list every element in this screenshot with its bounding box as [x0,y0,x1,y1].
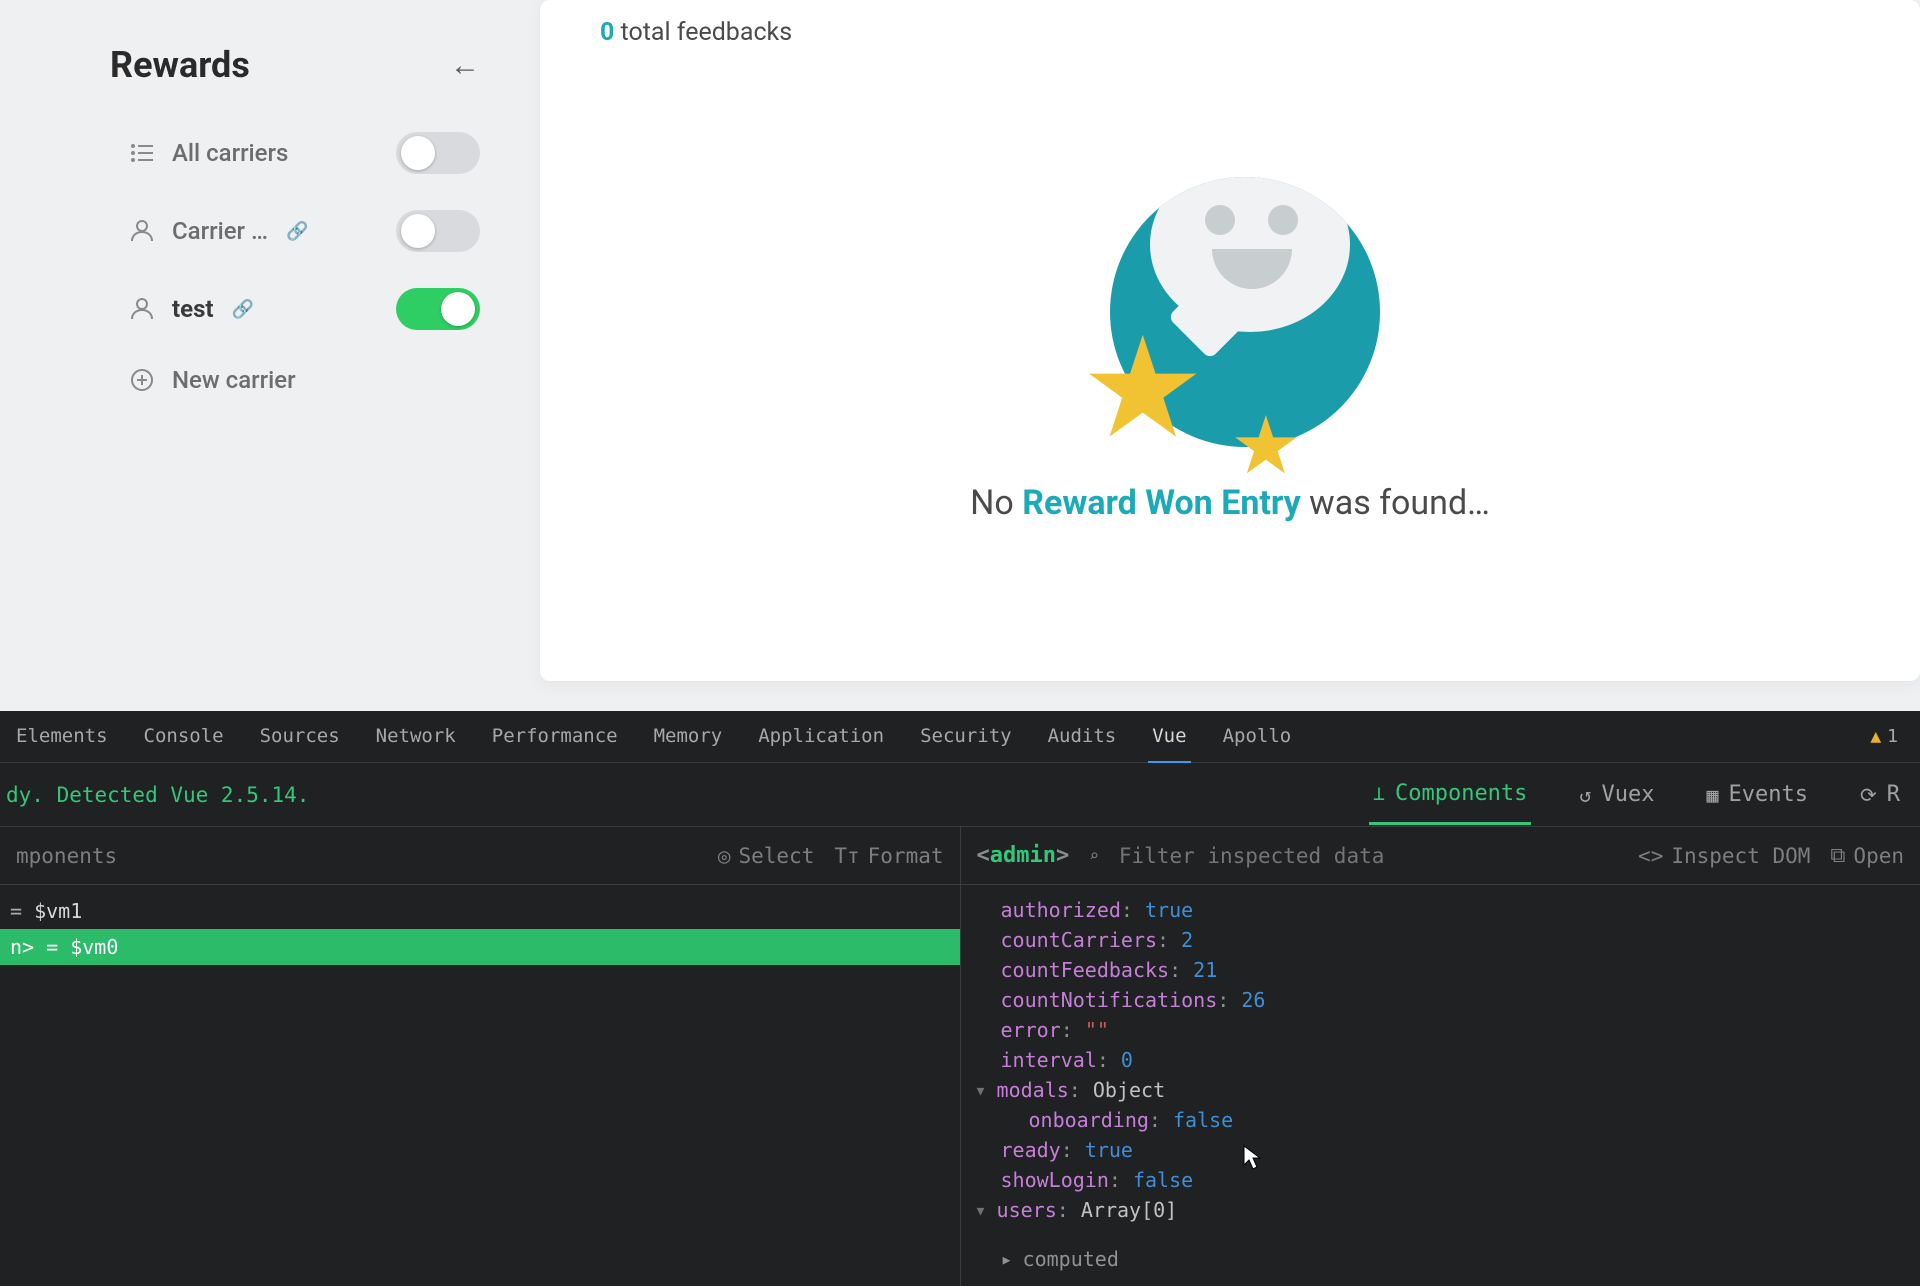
prop-row[interactable]: interval: 0 [1001,1045,1901,1075]
devtools-tab-sources[interactable]: Sources [256,711,344,763]
back-arrow-icon[interactable]: ← [450,48,480,83]
external-link-icon: ⧉ [1830,843,1845,868]
tree-icon: ⟂ [1373,781,1385,805]
vue-nav-events[interactable]: ▦Events [1702,766,1812,823]
text-icon: Tт [834,844,859,868]
vue-panel-top: dy. Detected Vue 2.5.14. ⟂Components ↺Vu… [0,763,1920,827]
vue-nav-refresh[interactable]: ⟳R [1856,766,1904,823]
devtools-tab-vue[interactable]: Vue [1148,711,1190,763]
filter-label: mponents [16,844,117,868]
person-icon [130,220,154,242]
component-tree-toolbar: mponents ◎Select TтFormat [0,827,960,885]
devtools-tab-application[interactable]: Application [754,711,888,763]
page-title: Rewards [110,44,250,86]
tree-row-selected[interactable]: n> = $vm0 [0,929,960,965]
carrier-item-all[interactable]: All carriers [130,132,480,174]
plus-circle-icon [130,369,154,391]
link-icon: 🔗 [232,299,254,320]
link-icon: 🔗 [286,221,308,242]
devtools: Elements Console Sources Network Perform… [0,711,1920,1286]
prop-row[interactable]: error: "" [1001,1015,1901,1045]
feedback-count-number: 0 [600,18,614,47]
component-tree-panel: mponents ◎Select TтFormat = $vm1 n> = $v… [0,827,961,1286]
person-icon [130,298,154,320]
component-data: authorized: truecountCarriers: 2countFee… [961,885,1920,1235]
inspector-toolbar: <admin> ⌕ <>Inspect DOM ⧉Open [961,827,1920,885]
carrier-toggle[interactable] [396,288,480,330]
devtools-warning-count[interactable]: ▲1 [1870,726,1914,747]
empty-state: ★ ★ No Reward Won Entry was found… [600,157,1860,523]
carrier-toggle[interactable] [396,132,480,174]
devtools-tab-audits[interactable]: Audits [1044,711,1121,763]
feedback-count: 0 total feedbacks [600,18,1860,47]
refresh-icon: ⟳ [1860,783,1877,807]
carrier-item-test[interactable]: test 🔗 [130,288,480,330]
grid-icon: ▦ [1706,783,1718,807]
open-button[interactable]: ⧉Open [1830,843,1904,868]
list-icon [130,144,154,162]
prop-row[interactable]: ▾modals: Object [1001,1075,1901,1105]
prop-row[interactable]: onboarding: false [1001,1105,1901,1135]
empty-state-illustration: ★ ★ [1080,157,1380,447]
carrier-item[interactable]: Carrier … 🔗 [130,210,480,252]
computed-section[interactable]: ▸computed [961,1235,1920,1271]
history-icon: ↺ [1579,783,1591,807]
devtools-tab-performance[interactable]: Performance [488,711,622,763]
vue-nav-components[interactable]: ⟂Components [1369,765,1532,825]
feedback-count-label: total feedbacks [614,18,792,47]
tree-row[interactable]: = $vm1 [0,893,960,929]
prop-row[interactable]: ready: true [1001,1135,1901,1165]
devtools-tab-security[interactable]: Security [916,711,1016,763]
new-carrier-label: New carrier [172,366,296,394]
carrier-toggle[interactable] [396,210,480,252]
filter-input[interactable] [1119,844,1479,868]
devtools-tab-memory[interactable]: Memory [650,711,727,763]
new-carrier-button[interactable]: New carrier [130,366,480,394]
triangle-icon: ▸ [1001,1247,1013,1271]
carrier-label: All carriers [172,139,288,167]
warning-icon: ▲ [1870,726,1881,747]
component-inspector-panel: <admin> ⌕ <>Inspect DOM ⧉Open authorized… [961,827,1920,1286]
devtools-tab-apollo[interactable]: Apollo [1219,711,1296,763]
prop-row[interactable]: countNotifications: 26 [1001,985,1901,1015]
vue-status: dy. Detected Vue 2.5.14. [0,783,309,807]
triangle-icon[interactable]: ▾ [975,1198,987,1222]
target-icon: ◎ [718,844,731,868]
vue-nav-vuex[interactable]: ↺Vuex [1575,766,1658,823]
devtools-tab-elements[interactable]: Elements [12,711,112,763]
select-component-button[interactable]: ◎Select [718,844,815,868]
prop-row[interactable]: countCarriers: 2 [1001,925,1901,955]
component-tree: = $vm1 n> = $vm0 [0,885,960,973]
format-button[interactable]: TтFormat [834,844,943,868]
prop-row[interactable]: ▾users: Array[0] [1001,1195,1901,1225]
devtools-tabs: Elements Console Sources Network Perform… [0,711,1920,763]
star-icon: ★ [1080,307,1206,471]
carrier-list: All carriers Carrier … 🔗 [110,132,480,394]
prop-row[interactable]: showLogin: false [1001,1165,1901,1195]
devtools-tab-console[interactable]: Console [140,711,228,763]
triangle-icon[interactable]: ▾ [975,1078,987,1102]
main-panel: 0 total feedbacks ★ ★ No Reward Won Entr… [540,0,1920,681]
selected-component-tag: <admin> [977,843,1070,868]
devtools-tab-network[interactable]: Network [372,711,460,763]
vue-nav: ⟂Components ↺Vuex ▦Events ⟳R [1369,765,1904,825]
search-icon: ⌕ [1089,846,1099,865]
carrier-label: Carrier … [172,217,268,245]
sidebar-header: Rewards ← [110,44,480,86]
code-icon: <> [1638,844,1663,868]
sidebar: Rewards ← All carriers Carrier … [0,0,540,711]
star-icon: ★ [1230,399,1302,493]
prop-row[interactable]: countFeedbacks: 21 [1001,955,1901,985]
prop-row[interactable]: authorized: true [1001,895,1901,925]
inspect-dom-button[interactable]: <>Inspect DOM [1638,844,1810,868]
carrier-label: test [172,295,214,323]
